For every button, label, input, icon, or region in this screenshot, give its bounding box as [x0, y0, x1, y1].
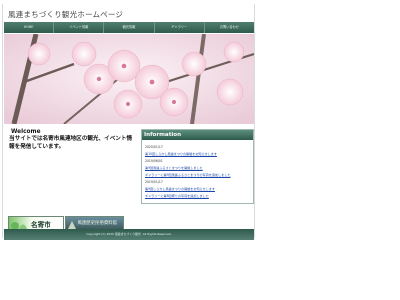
- banner-area: 名寄市 風連歴史民俗資料館: [8, 216, 124, 230]
- nav-gallery[interactable]: ギャラリー: [155, 22, 205, 33]
- nav-contact[interactable]: お問い合わせ: [205, 22, 254, 33]
- site-title: 風連まちづくり観光ホームページ: [8, 10, 124, 19]
- nav-events[interactable]: イベント情報: [54, 22, 105, 33]
- welcome-title: Welcome: [11, 129, 41, 135]
- info-link[interactable]: 第9回風連ふるさとまつりを開催しました: [145, 165, 250, 170]
- information-title: Information: [142, 130, 253, 140]
- nayoro-city-banner[interactable]: 名寄市: [8, 216, 64, 230]
- global-nav: HOME イベント情報 観光情報 ギャラリー お問い合わせ: [4, 22, 254, 33]
- information-panel: Information 2020/01/17 第10回しらかし風連まつりの開催を…: [141, 129, 254, 204]
- info-date: 2020/01/17: [145, 145, 163, 149]
- information-list: 2020/01/17 第10回しらかし風連まつりの開催をお知らせします 2019…: [142, 140, 253, 200]
- info-link[interactable]: ギャラリーに第8回祭りの写真を追加しました: [145, 193, 250, 198]
- welcome-section: Welcome 当サイトでは名寄市風連地区の観光、イベント情報を発信しています。: [9, 129, 137, 152]
- info-date: 2019/06/01: [145, 159, 163, 163]
- info-link[interactable]: 第10回しらかし風連まつりの開催をお知らせします: [145, 151, 250, 156]
- nav-home[interactable]: HOME: [4, 22, 55, 33]
- info-link[interactable]: 第9回しらかし風連まつりの開催をお知らせします: [145, 186, 250, 191]
- banner-museum-label: 風連歴史民俗資料館: [77, 221, 118, 226]
- info-date: 2019/01/17: [145, 180, 163, 184]
- page-container: 風連まちづくり観光ホームページ HOME イベント情報 観光情報 ギャラリー お…: [2, 4, 255, 240]
- banner-city-label: 名寄市: [31, 221, 51, 229]
- nav-sightseeing[interactable]: 観光情報: [104, 22, 155, 33]
- welcome-text: 当サイトでは名寄市風連地区の観光、イベント情報を発信しています。: [9, 136, 133, 150]
- museum-banner[interactable]: 風連歴史民俗資料館: [64, 216, 124, 230]
- footer: Copyright (C) 2020 風連まちづくり観光. All Rights…: [4, 229, 254, 240]
- hero-image-cherry-blossoms: [4, 34, 254, 124]
- info-link[interactable]: ギャラリーに第9回風連ふるさとまつりの写真を追加しました: [145, 172, 250, 177]
